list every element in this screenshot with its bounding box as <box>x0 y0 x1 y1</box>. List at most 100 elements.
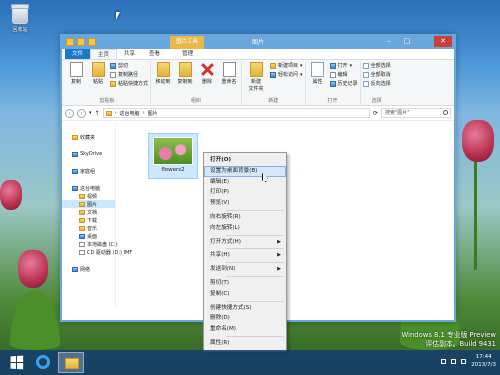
system-tray: 17:44 2013/7/3 <box>441 353 496 369</box>
nav-favorites[interactable]: 收藏夹 <box>62 133 115 141</box>
copy-button[interactable]: 复制 <box>66 62 86 85</box>
back-button[interactable]: ‹ <box>65 108 74 118</box>
context-menu-item[interactable]: 剪切(T) <box>204 278 286 289</box>
nav-documents[interactable]: 文档 <box>62 208 115 216</box>
quick-access-toolbar <box>66 38 96 46</box>
paste-button[interactable]: 粘贴 <box>88 62 108 85</box>
menu-separator <box>226 275 284 277</box>
nav-videos[interactable]: 视频 <box>62 192 115 200</box>
new-item-button[interactable]: 新建项目 ▾ <box>270 62 303 69</box>
tab-manage[interactable]: 管理 <box>175 49 200 59</box>
delete-button[interactable]: 删除 <box>197 62 217 85</box>
mouse-pointer-icon <box>116 12 120 20</box>
paste-shortcut-button[interactable]: 粘贴快捷方式 <box>110 80 148 87</box>
nav-this-pc[interactable]: 这台电脑 <box>62 184 115 192</box>
nav-desktop[interactable]: 桌面 <box>62 232 115 240</box>
copy-path-button[interactable]: 复制路径 <box>110 71 148 78</box>
context-menu-item[interactable]: 发送到(N) ▶ <box>204 264 286 275</box>
context-menu-item[interactable]: 打开方式(H) ▶ <box>204 237 286 248</box>
maximize-button[interactable]: □ <box>398 36 416 47</box>
nav-cd-drive[interactable]: CD 驱动器 (D:) IMF <box>62 248 132 256</box>
recycle-bin-desktop-icon[interactable]: 回收站 <box>6 4 34 33</box>
context-menu-item[interactable]: 向左旋转(L) <box>204 223 286 234</box>
context-menu-item[interactable]: 预览(V) <box>204 198 286 209</box>
select-none-button[interactable]: 全部取消 <box>362 71 391 78</box>
select-all-button[interactable]: 全部选择 <box>362 62 391 69</box>
context-menu: 打开(O) 设置为桌面背景(B) 编辑(E) 打印(P) 预览(V) 向右旋转(R) 向左旋… <box>203 152 287 352</box>
clock[interactable]: 17:44 2013/7/3 <box>471 353 496 369</box>
context-menu-item[interactable]: 共享(H) ▶ <box>204 250 286 261</box>
search-input[interactable]: 搜索"图片" <box>381 108 451 118</box>
address-bar[interactable]: › 这台电脑 › 图片 <box>102 108 370 118</box>
context-menu-item[interactable]: 属性(R) <box>204 338 286 349</box>
internet-explorer-button[interactable] <box>30 352 56 373</box>
forward-button[interactable]: › <box>77 108 86 118</box>
move-to-button[interactable]: 移动到 <box>153 62 173 85</box>
cut-button[interactable]: 剪切 <box>110 62 148 69</box>
recycle-bin-label: 回收站 <box>12 27 28 33</box>
properties-button[interactable]: 属性 <box>308 62 328 85</box>
menu-separator <box>226 209 284 211</box>
wallpaper-tulip <box>0 180 22 210</box>
volume-icon[interactable] <box>461 358 467 364</box>
drive-icon <box>79 241 85 247</box>
new-group-label: 新建 <box>268 98 279 104</box>
context-menu-item[interactable]: 向右旋转(R) <box>204 212 286 223</box>
nav-downloads[interactable]: 下载 <box>62 216 115 224</box>
open-button[interactable]: 打开 ▾ <box>329 62 358 69</box>
folder-icon[interactable] <box>66 38 74 46</box>
breadcrumb-pictures[interactable]: 图片 <box>148 110 158 117</box>
new-folder-icon[interactable] <box>88 38 96 46</box>
context-menu-item[interactable]: 设置为桌面背景(B) <box>204 165 286 177</box>
context-menu-item[interactable]: 编辑(E) <box>204 177 286 188</box>
nav-skydrive[interactable]: SkyDrive <box>62 150 115 158</box>
file-item[interactable]: flowers2 <box>148 133 198 179</box>
nav-pictures[interactable]: 图片 <box>62 200 115 208</box>
context-menu-item[interactable]: 打开(O) <box>204 155 286 166</box>
nav-music[interactable]: 音乐 <box>62 224 115 232</box>
nav-local-disk[interactable]: 本地磁盘 (C:) <box>62 240 118 248</box>
music-folder-icon <box>79 225 85 231</box>
tab-file[interactable]: 文件 <box>65 49 91 59</box>
breadcrumb-this-pc[interactable]: 这台电脑 <box>120 110 140 117</box>
tab-home[interactable]: 主页 <box>90 49 118 59</box>
minimize-button[interactable]: – <box>380 36 398 47</box>
title-bar[interactable]: 图片工具 图片 – □ ✕ <box>62 36 454 49</box>
flag-icon[interactable] <box>441 358 447 364</box>
wallpaper-tulip <box>18 250 48 288</box>
downloads-folder-icon <box>79 217 85 223</box>
file-explorer-button[interactable] <box>58 352 84 373</box>
nav-network[interactable]: 网络 <box>62 265 115 273</box>
new-group: 新建 文件夹 新建项目 ▾ 轻松访问 ▾ 新建 <box>242 62 306 105</box>
up-button[interactable]: ↑ <box>95 110 100 117</box>
rename-button[interactable]: 重命名 <box>219 62 239 85</box>
cd-drive-icon <box>79 249 85 255</box>
recent-dropdown-icon[interactable]: ▾ <box>89 110 92 116</box>
new-folder-button[interactable]: 新建 文件夹 <box>244 62 268 92</box>
tab-share[interactable]: 共享 <box>117 49 142 59</box>
windows-edition-watermark: Windows 8.1 专业版 Preview 评估副本。Build 9431 <box>401 331 496 348</box>
close-button[interactable]: ✕ <box>434 36 452 47</box>
context-menu-item[interactable]: 打印(P) <box>204 187 286 198</box>
edit-button[interactable]: 编辑 <box>329 71 358 78</box>
start-button[interactable] <box>4 352 30 373</box>
network-icon[interactable] <box>451 358 457 364</box>
documents-folder-icon <box>79 209 85 215</box>
invert-selection-button[interactable]: 反向选择 <box>362 80 391 87</box>
nav-homegroup[interactable]: 家庭组 <box>62 167 115 175</box>
properties-icon[interactable] <box>77 38 85 46</box>
copy-path-icon <box>110 71 116 78</box>
refresh-icon[interactable]: ⟳ <box>373 110 378 117</box>
context-menu-item[interactable]: 复制(C) <box>204 289 286 300</box>
history-button[interactable]: 历史记录 <box>329 80 358 87</box>
tab-view[interactable]: 查看 <box>142 49 167 59</box>
copy-to-button[interactable]: 复制到 <box>175 62 195 85</box>
easy-access-icon <box>270 71 277 78</box>
context-menu-item[interactable]: 删除(D) <box>204 313 286 324</box>
computer-icon <box>72 185 78 191</box>
context-menu-item[interactable]: 重命名(M) <box>204 324 286 335</box>
context-menu-item[interactable]: 创建快捷方式(S) <box>204 303 286 314</box>
scissors-icon <box>110 62 116 69</box>
homegroup-icon <box>72 168 78 174</box>
easy-access-button[interactable]: 轻松访问 ▾ <box>270 71 303 78</box>
